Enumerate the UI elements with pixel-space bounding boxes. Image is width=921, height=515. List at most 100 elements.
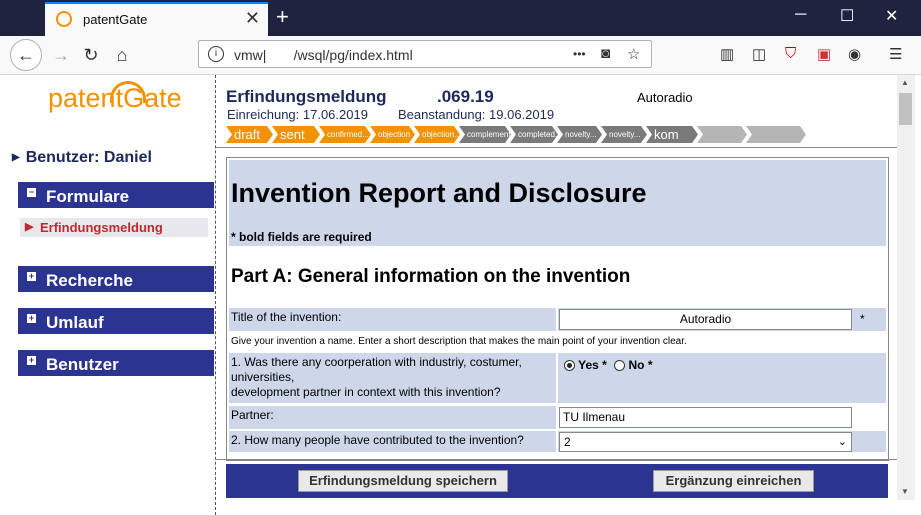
site-info-icon[interactable]: i — [208, 46, 224, 62]
active-arrow-icon: ▶ — [25, 221, 34, 233]
save-button[interactable]: Erfindungsmeldung speichern — [298, 470, 508, 492]
form-heading: Invention Report and Disclosure — [231, 178, 647, 208]
title-label: Title of the invention: — [229, 308, 556, 331]
triangle-marker-icon: ▶ — [12, 152, 20, 163]
menu-umlauf[interactable]: + Umlauf — [18, 308, 214, 334]
submission-date: Einreichung: 17.06.2019 — [227, 107, 368, 122]
title-cell: Autoradio * — [558, 308, 886, 331]
page-scrollbar[interactable]: ▲ ▼ — [897, 75, 915, 500]
workflow-step: draft — [226, 126, 273, 143]
back-button[interactable]: ← — [10, 39, 42, 71]
scroll-up-icon[interactable]: ▲ — [901, 78, 909, 87]
no-label: No * — [628, 358, 653, 372]
workflow-step: confirmed... — [319, 126, 371, 143]
menu-icon[interactable]: ☰ — [889, 45, 902, 63]
required-note: * bold fields are required — [231, 230, 372, 244]
sidebar: patentGate ▶ Benutzer: Daniel − Formulare… — [0, 75, 215, 515]
no-radio[interactable] — [614, 360, 626, 371]
workflow-step: novelty... — [601, 126, 647, 143]
minimize-icon[interactable]: ─ — [795, 6, 806, 24]
patentgate-favicon-icon — [56, 11, 72, 27]
header-divider — [216, 147, 897, 148]
menu-label: Recherche — [46, 271, 133, 290]
url-bar[interactable]: i vmw| /wsql/pg/index.html ••• ◙ ☆ — [198, 40, 652, 68]
form-footer: Erfindungsmeldung speichern Ergänzung ei… — [226, 464, 888, 498]
browser-tab[interactable]: patentGate ✕ — [45, 2, 268, 36]
partner-input[interactable]: TU Ilmenau — [559, 407, 852, 428]
browser-titlebar: patentGate ✕ + ─ ☐ ✕ — [0, 0, 921, 36]
record-topic: Autoradio — [637, 90, 693, 105]
expand-icon[interactable]: + — [27, 272, 36, 281]
q1-text-line2: development partner in context with this… — [231, 385, 501, 399]
scrollbar-thumb[interactable] — [899, 93, 912, 125]
chevron-down-icon[interactable]: ⌄ — [838, 433, 847, 451]
scroll-down-icon[interactable]: ▼ — [901, 487, 909, 496]
workflow-step — [746, 126, 806, 143]
maximize-icon[interactable]: ☐ — [840, 6, 854, 26]
workflow-step: objection — [370, 126, 415, 143]
url-text[interactable]: vmw| /wsql/pg/index.html — [234, 47, 413, 63]
menu-recherche[interactable]: + Recherche — [18, 266, 214, 292]
page-content: patentGate ▶ Benutzer: Daniel − Formulare… — [0, 75, 921, 515]
new-tab-button[interactable]: + — [276, 4, 289, 30]
menu-formulare[interactable]: − Formulare — [18, 182, 214, 208]
record-id: .069.19 — [437, 87, 494, 106]
home-button[interactable]: ⌂ — [108, 41, 136, 69]
objection-date: Beanstandung: 19.06.2019 — [397, 107, 555, 122]
required-star: * — [860, 312, 865, 326]
workflow-step: kom — [646, 126, 698, 143]
page-title: Erfindungsmeldung — [226, 87, 387, 106]
yes-label: Yes * — [578, 358, 607, 372]
q1-options: Yes * No * — [558, 353, 886, 403]
workflow-step: completed... — [510, 126, 558, 143]
forward-button[interactable]: → — [47, 41, 75, 69]
sidebar-toggle-icon[interactable]: ◫ — [752, 45, 766, 63]
pocket-icon[interactable]: ◙ — [601, 45, 610, 62]
contributors-select[interactable]: 2 ⌄ — [559, 432, 852, 452]
extension-icon[interactable]: ▣ — [817, 45, 831, 63]
q1-label: 1. Was there any coorperation with indus… — [229, 353, 556, 403]
user-label: Benutzer: Daniel — [25, 149, 152, 166]
q1-text-line1: 1. Was there any coorperation with indus… — [231, 355, 522, 384]
ublock-icon[interactable]: ⛉ — [785, 45, 796, 62]
yes-radio[interactable] — [564, 360, 575, 371]
bookmark-star-icon[interactable]: ☆ — [627, 45, 640, 63]
collapse-icon[interactable]: − — [27, 188, 36, 197]
expand-icon[interactable]: + — [27, 314, 36, 323]
workflow-step: objection... — [414, 126, 460, 143]
workflow-step: novelty... — [557, 126, 602, 143]
q2-cell: 2 ⌄ — [558, 431, 886, 452]
contributors-value: 2 — [564, 435, 571, 449]
menu-item-erfindungsmeldung[interactable]: ▶ Erfindungsmeldung — [20, 218, 208, 237]
workflow-step: complement... — [459, 126, 511, 143]
submit-supplement-button[interactable]: Ergänzung einreichen — [653, 470, 814, 492]
record-dates: Einreichung: 17.06.2019 Beanstandung: 19.… — [227, 107, 584, 122]
workflow-step: sent — [272, 126, 320, 143]
current-user: ▶ Benutzer: Daniel — [12, 149, 152, 167]
close-window-icon[interactable]: ✕ — [885, 6, 898, 26]
close-tab-icon[interactable]: ✕ — [245, 8, 260, 29]
workflow-steps: draft sent confirmed... objection objection.… — [226, 126, 886, 143]
invention-form: Invention Report and Disclosure * bold f… — [226, 157, 889, 461]
menu-label: Formulare — [46, 187, 130, 206]
menu-benutzer[interactable]: + Benutzer — [18, 350, 214, 376]
sidebar-divider — [215, 75, 216, 515]
part-a-heading: Part A: General information on the inven… — [231, 266, 631, 287]
reload-button[interactable]: ↻ — [77, 41, 105, 69]
browser-navbar: ← → ↻ ⌂ i vmw| /wsql/pg/index.html ••• ◙… — [0, 36, 921, 75]
expand-icon[interactable]: + — [27, 356, 36, 365]
footer-divider — [216, 459, 897, 460]
account-icon[interactable]: ◉ — [848, 45, 861, 63]
menu-item-label: Erfindungsmeldung — [40, 220, 163, 235]
menu-label: Umlauf — [46, 313, 104, 332]
menu-label: Benutzer — [46, 355, 119, 374]
title-input[interactable]: Autoradio — [559, 309, 852, 330]
title-hint: Give your invention a name. Enter a shor… — [231, 336, 687, 347]
q1-radio-group: Yes * No * — [564, 358, 653, 372]
workflow-step — [697, 126, 747, 143]
library-icon[interactable]: ▥ — [720, 45, 734, 63]
partner-label: Partner: — [229, 406, 556, 429]
page-actions-icon[interactable]: ••• — [573, 47, 586, 61]
tab-title: patentGate — [83, 12, 148, 27]
q2-label: 2. How many people have contributed to t… — [229, 431, 556, 452]
